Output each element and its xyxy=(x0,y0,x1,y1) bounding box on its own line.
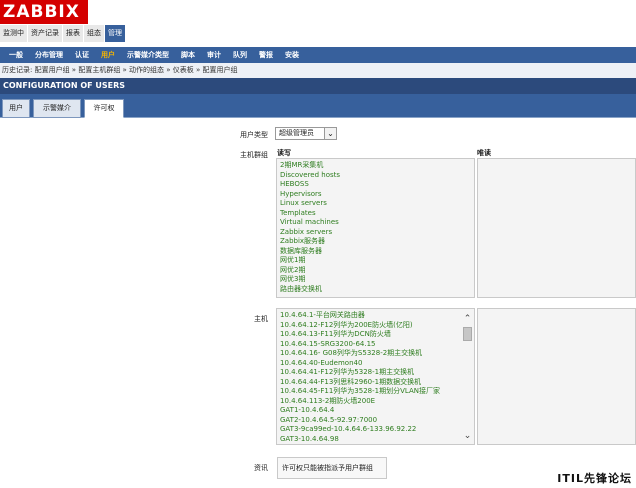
tab-permissions[interactable]: 许可权 xyxy=(84,99,124,118)
hosts-read-write-list[interactable]: 10.4.64.1-平台网关路由器 10.4.64.12-F12列华为200E防火… xyxy=(276,308,475,445)
host-groups-label: 主机群组 xyxy=(240,151,268,159)
main-nav: 监测中 资产记录 报表 组态 管理 xyxy=(0,25,636,42)
watermark: ITIL先锋论坛 xyxy=(557,472,632,485)
list-item[interactable]: Zabbix服务器 xyxy=(277,237,474,247)
user-type-label: 用户类型 xyxy=(240,131,268,139)
list-item[interactable]: Discovered hosts xyxy=(277,171,474,181)
info-label: 资讯 xyxy=(254,464,268,472)
hosts-scrollbar[interactable]: ⌃ ⌄ xyxy=(461,309,474,444)
list-item[interactable]: Hypervisors xyxy=(277,190,474,200)
list-item[interactable]: GAT3-10.4.64.98 xyxy=(277,435,474,445)
user-type-select[interactable]: 超级管理员 ⌄ xyxy=(275,127,337,140)
history-breadcrumb[interactable]: 历史记录: 配置用户组 » 配置主机群组 » 动作的组态 » 仪表板 » 配置用… xyxy=(0,63,636,78)
tab-users[interactable]: 用户 xyxy=(2,99,30,118)
list-item[interactable]: 10.4.64.113-2期防火墙200E xyxy=(277,397,474,407)
main-nav-item[interactable]: 管理 xyxy=(105,25,126,42)
main-nav-item[interactable]: 报表 xyxy=(63,25,84,42)
info-message: 许可权只能被指派予用户群组 xyxy=(277,457,387,479)
list-item[interactable]: 10.4.64.1-平台网关路由器 xyxy=(277,311,474,321)
list-item[interactable]: GAT4-10.4.64.99 xyxy=(277,444,474,445)
read-only-header: 唯读 xyxy=(477,149,491,157)
zabbix-logo[interactable]: ZABBIX xyxy=(0,0,88,24)
sub-nav-item[interactable]: 认证 xyxy=(69,47,95,63)
list-item[interactable]: GAT2-10.4.64.5-92.97:7000 xyxy=(277,416,474,426)
sub-nav-item[interactable]: 示警媒介类型 xyxy=(121,47,175,63)
host-groups-read-write-list[interactable]: 2期MR采集机 Discovered hosts HEBOSS Hypervisors… xyxy=(276,158,475,298)
sub-nav-item[interactable]: 队列 xyxy=(227,47,253,63)
tab-media[interactable]: 示警媒介 xyxy=(33,99,81,118)
list-item[interactable]: 10.4.64.41-F12列华为5328-1期主交换机 xyxy=(277,368,474,378)
list-item[interactable]: 路由器交换机 xyxy=(277,285,474,295)
hosts-read-only-list[interactable] xyxy=(477,308,636,445)
main-nav-item[interactable]: 资产记录 xyxy=(28,25,63,42)
read-write-header: 读写 xyxy=(277,149,291,157)
list-item[interactable]: 10.4.64.44-F13列思科2960-1期数据交换机 xyxy=(277,378,474,388)
sub-nav-item[interactable]: 用户 xyxy=(95,47,121,63)
list-item[interactable]: Zabbix servers xyxy=(277,228,474,238)
main-nav-item[interactable]: 监测中 xyxy=(0,25,28,42)
list-item[interactable]: Virtual machines xyxy=(277,218,474,228)
hosts-label: 主机 xyxy=(254,315,268,323)
permissions-panel: 用户类型 超级管理员 ⌄ 主机群组 读写 唯读 2期MR采集机 Discovere… xyxy=(0,118,636,488)
page-title: CONFIGURATION OF USERS xyxy=(0,78,636,94)
logo-bar: ZABBIX xyxy=(0,0,636,24)
list-item[interactable]: 网优3期 xyxy=(277,275,474,285)
list-item[interactable]: 10.4.64.13-F11列华为DCN防火墙 xyxy=(277,330,474,340)
sub-nav-item[interactable]: 脚本 xyxy=(175,47,201,63)
list-item[interactable]: 数据库服务器 xyxy=(277,247,474,257)
sub-nav-item[interactable]: 审计 xyxy=(201,47,227,63)
host-groups-read-only-list[interactable] xyxy=(477,158,636,298)
scroll-thumb[interactable] xyxy=(463,327,472,341)
main-nav-item[interactable]: 组态 xyxy=(84,25,105,42)
sub-nav-item[interactable]: 警报 xyxy=(253,47,279,63)
sub-nav: 一般 分布管理 认证 用户 示警媒介类型 脚本 审计 队列 警报 安装 xyxy=(0,47,636,63)
sub-nav-item[interactable]: 安装 xyxy=(279,47,305,63)
list-item[interactable]: 10.4.64.15-SRG3200-64.15 xyxy=(277,340,474,350)
list-item[interactable]: 10.4.64.12-F12列华为200E防火墙(亿阳) xyxy=(277,321,474,331)
chevron-down-icon[interactable]: ⌄ xyxy=(324,128,336,139)
scroll-down-icon[interactable]: ⌄ xyxy=(461,430,474,442)
list-item[interactable]: 网优2期 xyxy=(277,266,474,276)
list-item[interactable]: Linux servers xyxy=(277,199,474,209)
user-type-value: 超级管理员 xyxy=(279,129,314,137)
list-item[interactable]: GAT1-10.4.64.4 xyxy=(277,406,474,416)
scroll-up-icon[interactable]: ⌃ xyxy=(461,313,474,325)
list-item[interactable]: HEBOSS xyxy=(277,180,474,190)
list-item[interactable]: 10.4.64.40-Eudemon40 xyxy=(277,359,474,369)
list-item[interactable]: GAT3-9ca99ed-10.4.64.6-133.96.92.22 xyxy=(277,425,474,435)
tabs-bar: 用户 示警媒介 许可权 xyxy=(0,94,636,118)
list-item[interactable]: Templates xyxy=(277,209,474,219)
sub-nav-item[interactable]: 一般 xyxy=(3,47,29,63)
list-item[interactable]: 2期MR采集机 xyxy=(277,161,474,171)
list-item[interactable]: 10.4.64.16- G08列华为S5328-2期主交换机 xyxy=(277,349,474,359)
list-item[interactable]: 10.4.64.45-F11列华为3528-1期划分VLAN接厂家 xyxy=(277,387,474,397)
list-item[interactable]: 网优1期 xyxy=(277,256,474,266)
sub-nav-item[interactable]: 分布管理 xyxy=(29,47,69,63)
